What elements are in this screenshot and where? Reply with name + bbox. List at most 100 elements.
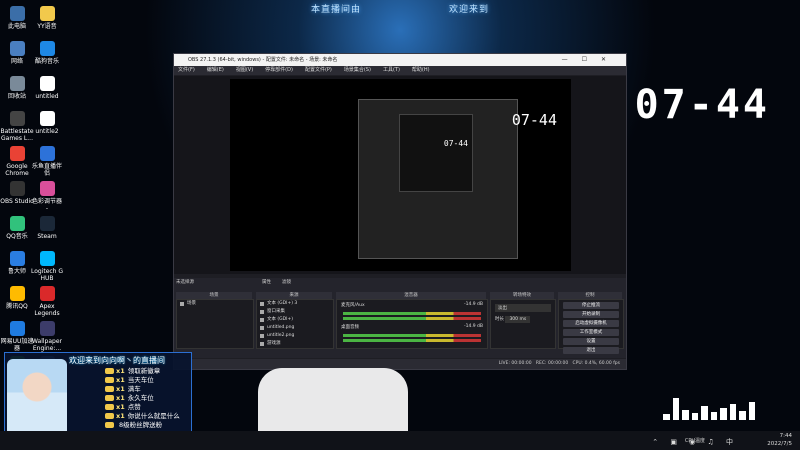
preview-canvas[interactable]: 07-44 07-44: [230, 79, 571, 271]
menu-item[interactable]: 帮助(H): [412, 67, 430, 73]
app-icon: [39, 286, 55, 301]
obs-statusbar: LIVE: 00:00:00 REC: 00:00:00 CPU: 0.4%, …: [174, 359, 626, 369]
control-button[interactable]: 设置: [563, 338, 619, 345]
control-button[interactable]: 启动虚拟摄像机: [563, 320, 619, 327]
source-item[interactable]: 游戏源: [257, 340, 333, 348]
overlay-text: 领取新徽章: [127, 367, 161, 375]
obs-menubar: 文件(F) 编辑(E) 视图(V) 停靠部件(D) 配置文件(P) 场景集合(S) 工具(T…: [174, 66, 626, 75]
overlay-text: 当天车位: [127, 376, 154, 384]
desktop-icon-label: untitle2: [35, 128, 59, 135]
desktop-icon[interactable]: 此电脑: [0, 6, 34, 30]
filters-button[interactable]: 滤镜: [282, 279, 291, 285]
source-item[interactable]: 文本 (GDI+): [257, 316, 333, 324]
control-button[interactable]: 工作室模式: [563, 329, 619, 336]
desktop-icon[interactable]: untitle2: [30, 111, 64, 135]
character-figure: [258, 368, 408, 438]
desktop-icon[interactable]: 回收站: [0, 76, 34, 100]
overlay-line: x1 点赞: [105, 403, 141, 411]
nested-obs-capture: 07-44: [358, 99, 518, 259]
desktop-icon[interactable]: untitled: [30, 76, 64, 100]
app-icon: [9, 181, 25, 196]
desktop-icon[interactable]: Battlestate Games L...: [0, 111, 34, 142]
gift-icon: [105, 395, 114, 401]
menu-item[interactable]: 视图(V): [236, 67, 253, 73]
scene-item[interactable]: 场景: [177, 300, 253, 308]
menu-item[interactable]: 编辑(E): [207, 67, 224, 73]
app-icon: [39, 41, 55, 56]
desktop-icon[interactable]: 网络: [0, 41, 34, 65]
overlay-line: x1 你说什么就是什么: [105, 412, 180, 420]
mixer-track-db: -14.9 dB: [463, 324, 483, 329]
gift-icon: [105, 422, 114, 428]
source-item[interactable]: untitle2.png: [257, 332, 333, 340]
app-icon: [39, 111, 55, 126]
desktop-icon[interactable]: 腾讯QQ: [0, 286, 34, 310]
tray-clock[interactable]: 7:44 2022/7/5: [767, 432, 792, 448]
desktop-icon[interactable]: 酷狗音乐: [30, 41, 64, 65]
desktop-icon[interactable]: Google Chrome: [0, 146, 34, 177]
overlay-text: 8级粉丝牌送粉: [119, 421, 163, 429]
overlay-qty: x1: [116, 403, 125, 411]
app-icon: [9, 251, 25, 266]
desktop-icon[interactable]: YY语音: [30, 6, 64, 30]
desktop-icon[interactable]: Steam: [30, 216, 64, 240]
control-button[interactable]: 停止推流: [563, 302, 619, 309]
menu-item[interactable]: 工具(T): [383, 67, 400, 73]
app-icon: [9, 76, 25, 91]
gift-icon: [105, 386, 114, 392]
duration-row: 时长 300 ms: [495, 316, 551, 323]
nested-obs-capture-inner: 07-44: [399, 114, 473, 192]
desktop-icon[interactable]: 网易UU加速器: [0, 321, 34, 352]
obs-window[interactable]: OBS 27.1.3 (64-bit, windows) - 配置文件: 未命名…: [173, 53, 627, 370]
desktop-icon[interactable]: 色彩调节器 -: [30, 181, 64, 212]
overlay-qty: x1: [116, 367, 125, 375]
desktop-icon-label: untitled: [35, 93, 59, 100]
desktop-icon[interactable]: QQ音乐: [0, 216, 34, 240]
app-icon: [39, 146, 55, 161]
source-item[interactable]: untitled.png: [257, 324, 333, 332]
control-button[interactable]: 退出: [563, 347, 619, 354]
overlay-qty: x1: [116, 412, 125, 420]
app-icon: [9, 216, 25, 231]
menu-item[interactable]: 文件(F): [178, 67, 195, 73]
app-icon: [9, 286, 25, 301]
source-item[interactable]: 窗口采集: [257, 308, 333, 316]
volume-meter: [343, 312, 481, 315]
gift-icon: [105, 413, 114, 419]
overlay-line: x1 当天车位: [105, 376, 154, 384]
app-icon: [9, 41, 25, 56]
menu-item[interactable]: 场景集合(S): [344, 67, 371, 73]
obs-preview[interactable]: 07-44 07-44: [174, 76, 626, 274]
desktop-icon[interactable]: Logitech G HUB: [30, 251, 64, 282]
obs-titlebar[interactable]: OBS 27.1.3 (64-bit, windows) - 配置文件: 未命名…: [174, 54, 626, 66]
duration-input[interactable]: 300 ms: [505, 316, 531, 323]
menu-item[interactable]: 配置文件(P): [305, 67, 332, 73]
overlay-qty: x1: [116, 376, 125, 384]
desktop-icon-label: 网易UU加速器: [0, 338, 34, 352]
desktop-icon[interactable]: 鲁大师: [0, 251, 34, 275]
source-item[interactable]: 文本 (GDI+) 3: [257, 300, 333, 308]
app-icon: [39, 216, 55, 231]
gift-icon: [105, 368, 114, 374]
mixer-dock-header: 混音器: [336, 292, 486, 299]
audio-mixer[interactable]: 麦克风/Aux -14.9 dB 桌面音频 -14.9 dB: [336, 299, 488, 349]
window-controls[interactable]: —☐✕: [562, 54, 620, 66]
transition-select[interactable]: 淡出: [495, 304, 551, 312]
desktop-icon[interactable]: Apex Legends: [30, 286, 64, 317]
properties-button[interactable]: 属性: [262, 279, 271, 285]
desktop-icon[interactable]: Wallpaper Engine:...: [30, 321, 64, 352]
overlay-line: x1 满车: [105, 385, 141, 393]
transitions-panel[interactable]: 淡出 时长 300 ms: [490, 299, 556, 349]
app-icon: [9, 6, 25, 21]
desktop-icon[interactable]: OBS Studio: [0, 181, 34, 205]
tray-time: 7:44: [779, 433, 792, 439]
menu-item[interactable]: 停靠部件(D): [265, 67, 293, 73]
sources-list[interactable]: 文本 (GDI+) 3 窗口采集 文本 (GDI+) untitled.png unti…: [256, 299, 334, 349]
gift-icon: [105, 404, 114, 410]
desktop-icon[interactable]: 乐鱼直播伴侣: [30, 146, 64, 177]
desktop-icon-label: 腾讯QQ: [6, 303, 28, 310]
desktop-icon-label: YY语音: [37, 23, 57, 30]
wallpaper-banner: 本直播间由 欢迎来到: [0, 2, 800, 15]
scenes-list[interactable]: 场景: [176, 299, 254, 349]
control-button[interactable]: 开始录制: [563, 311, 619, 318]
